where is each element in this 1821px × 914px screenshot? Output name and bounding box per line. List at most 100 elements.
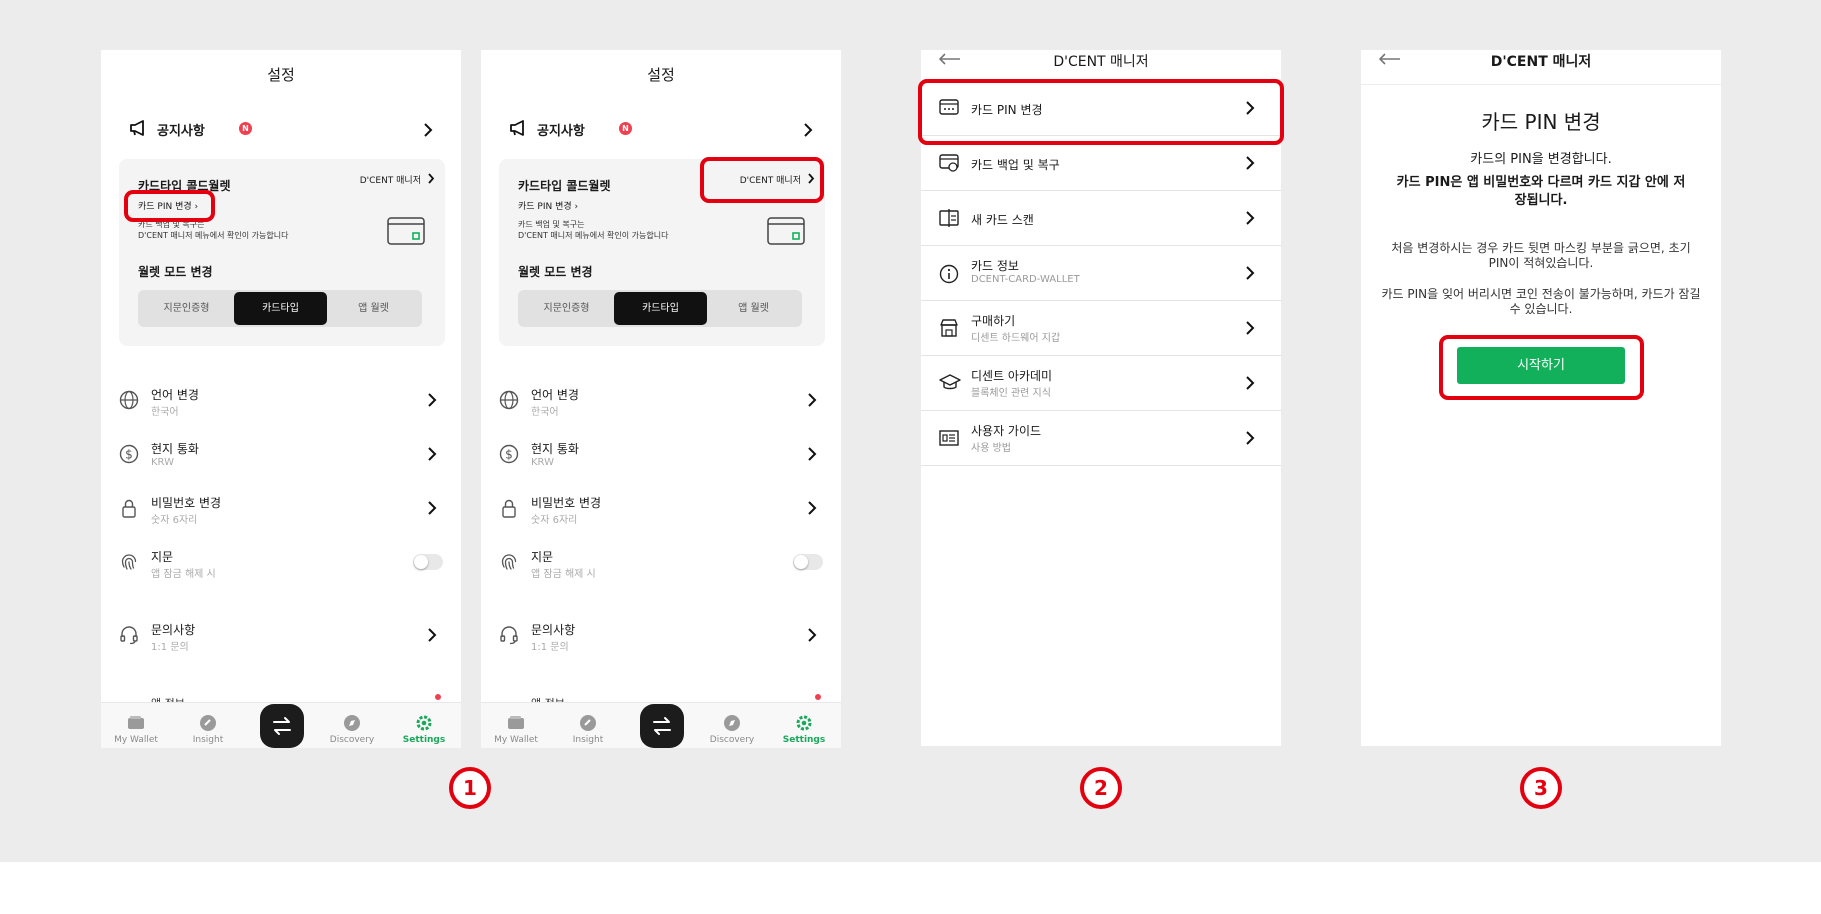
swap-button[interactable] — [640, 704, 684, 748]
settings-row-inquiry[interactable]: 문의사항 1:1 문의 — [119, 617, 445, 657]
manager-link-label: D'CENT 매니저 — [359, 176, 421, 186]
notice-label: 공지사항 — [537, 124, 585, 139]
mode-card-type[interactable]: 카드타입 — [614, 292, 707, 325]
tab-insight[interactable]: Insight — [173, 714, 243, 745]
row-subtitle: 숫자 6자리 — [531, 515, 578, 526]
chevron-right-icon — [804, 123, 813, 137]
megaphone-icon — [130, 120, 144, 136]
fingerprint-toggle[interactable] — [413, 554, 443, 570]
tab-label: Discovery — [709, 735, 755, 745]
mode-segmented-control: 지문인증형 카드타입 앱 월렛 — [138, 290, 422, 327]
settings-row-fingerprint: 지문 앱 잠금 해제 시 — [499, 544, 825, 584]
fingerprint-icon — [121, 554, 137, 570]
settings-row-language[interactable]: 언어 변경 한국어 — [499, 382, 825, 422]
fingerprint-icon — [501, 554, 517, 570]
swap-arrows-icon — [273, 717, 291, 735]
pin-intro-text: 카드의 PIN을 변경합니다. — [1470, 152, 1612, 167]
lock-icon — [122, 499, 136, 518]
mode-fingerprint[interactable]: 지문인증형 — [140, 292, 233, 325]
wallet-icon — [508, 716, 524, 729]
manager-item-user-guide[interactable]: 사용자 가이드 사용 방법 — [921, 410, 1281, 466]
manager-item-academy[interactable]: 디센트 아카데미 블록체인 관련 지식 — [921, 355, 1281, 411]
row-subtitle: 한국어 — [151, 407, 179, 418]
tab-my-wallet[interactable]: My Wallet — [101, 714, 171, 745]
settings-row-password[interactable]: 비밀번호 변경 숫자 6자리 — [119, 490, 445, 530]
settings-row-currency[interactable]: $ 현지 통화 KRW — [499, 436, 825, 476]
settings-row-currency[interactable]: $ 현지 통화 KRW — [119, 436, 445, 476]
highlight-card-pin-item — [918, 79, 1284, 145]
mode-app-wallet[interactable]: 앱 월렛 — [327, 292, 420, 325]
highlight-start-button — [1439, 335, 1644, 400]
row-title: 현지 통화 — [531, 442, 579, 456]
notification-dot — [435, 694, 441, 700]
mode-fingerprint[interactable]: 지문인증형 — [520, 292, 613, 325]
notice-row[interactable]: 공지사항 N — [509, 118, 821, 140]
card-description: 카드 백업 및 복구는 D'CENT 매니저 메뉴에서 확인이 가능합니다 — [518, 219, 718, 241]
pin-warning: 카드 PIN을 잊어 버리시면 코인 전송이 불가능하며, 카드가 잠길 수 있… — [1381, 287, 1701, 316]
card-title: 카드타입 콜드월렛 — [518, 179, 611, 193]
row-subtitle: 1:1 문의 — [151, 642, 189, 653]
chevron-right-icon — [428, 173, 435, 184]
settings-screen-a: 설정 공지사항 N 카드타입 콜드월렛 D'CENT 매니저 카드 PIN 변경… — [101, 50, 461, 748]
manager-title: D'CENT 매니저 — [1053, 54, 1149, 70]
globe-icon — [119, 390, 139, 410]
pin-link-label: 카드 PIN 변경 — [518, 202, 572, 212]
settings-row-fingerprint: 지문 앱 잠금 해제 시 — [119, 544, 445, 584]
chevron-right-icon — [428, 393, 437, 407]
tab-discovery[interactable]: Discovery — [317, 714, 387, 745]
tab-label: Discovery — [329, 735, 375, 745]
mode-title: 월렛 모드 변경 — [138, 265, 213, 279]
row-title: 언어 변경 — [531, 388, 579, 402]
row-subtitle: 1:1 문의 — [531, 642, 569, 653]
tab-settings[interactable]: Settings — [389, 714, 459, 745]
manager-item-card-scan[interactable]: 새 카드 스캔 — [921, 190, 1281, 246]
card-description: 카드 백업 및 복구는 D'CENT 매니저 메뉴에서 확인이 가능합니다 — [138, 219, 338, 241]
tab-my-wallet[interactable]: My Wallet — [481, 714, 551, 745]
lock-icon — [502, 499, 516, 518]
mode-card-type[interactable]: 카드타입 — [234, 292, 327, 325]
tab-label: Insight — [192, 735, 224, 745]
fingerprint-toggle[interactable] — [793, 554, 823, 570]
page-title: 설정 — [267, 66, 295, 84]
dcent-manager-link[interactable]: D'CENT 매니저 — [359, 173, 435, 186]
swap-button[interactable] — [260, 704, 304, 748]
page-title: 설정 — [647, 66, 675, 84]
chevron-right-icon — [428, 628, 437, 642]
row-subtitle: KRW — [151, 457, 174, 468]
item-subtitle: DCENT-CARD-WALLET — [971, 274, 1080, 285]
new-badge: N — [619, 122, 632, 135]
tab-discovery[interactable]: Discovery — [697, 714, 767, 745]
row-title: 지문 — [531, 550, 554, 564]
insight-icon — [200, 715, 216, 731]
settings-row-inquiry[interactable]: 문의사항 1:1 문의 — [499, 617, 825, 657]
headset-icon — [120, 626, 138, 645]
chevron-right-icon — [808, 447, 817, 461]
cold-wallet-card: 카드타입 콜드월렛 D'CENT 매니저 카드 PIN 변경 › 카드 백업 및… — [119, 159, 445, 346]
pin-screen-title: D'CENT 매니저 — [1490, 54, 1592, 70]
chevron-right-icon — [428, 447, 437, 461]
tab-label: Settings — [782, 735, 826, 745]
pin-heading: 카드 PIN 변경 — [1481, 110, 1601, 134]
desc-line2: D'CENT 매니저 메뉴에서 확인이 가능합니다 — [518, 231, 669, 240]
mode-title: 월렛 모드 변경 — [518, 265, 593, 279]
settings-row-password[interactable]: 비밀번호 변경 숫자 6자리 — [499, 490, 825, 530]
wallet-icon — [128, 716, 144, 729]
mode-app-wallet[interactable]: 앱 월렛 — [707, 292, 800, 325]
settings-row-language[interactable]: 언어 변경 한국어 — [119, 382, 445, 422]
item-subtitle: 사용 방법 — [971, 443, 1011, 454]
gear-icon — [416, 715, 432, 731]
dollar-icon: $ — [499, 444, 519, 464]
notice-row[interactable]: 공지사항 N — [129, 118, 441, 140]
item-subtitle: 블록체인 관련 지식 — [971, 388, 1051, 399]
tab-settings[interactable]: Settings — [769, 714, 839, 745]
card-pin-link[interactable]: 카드 PIN 변경 › — [518, 199, 578, 212]
tab-insight[interactable]: Insight — [553, 714, 623, 745]
chevron-right-icon — [808, 393, 817, 407]
manager-item-purchase[interactable]: 구매하기 디센트 하드웨어 지갑 — [921, 300, 1281, 356]
manager-item-card-info[interactable]: 카드 정보 DCENT-CARD-WALLET — [921, 245, 1281, 301]
notice-label: 공지사항 — [157, 124, 205, 139]
chevron-right-icon — [1246, 266, 1255, 280]
svg-text:$: $ — [125, 448, 133, 462]
svg-text:$: $ — [505, 448, 513, 462]
row-subtitle: KRW — [531, 457, 554, 468]
